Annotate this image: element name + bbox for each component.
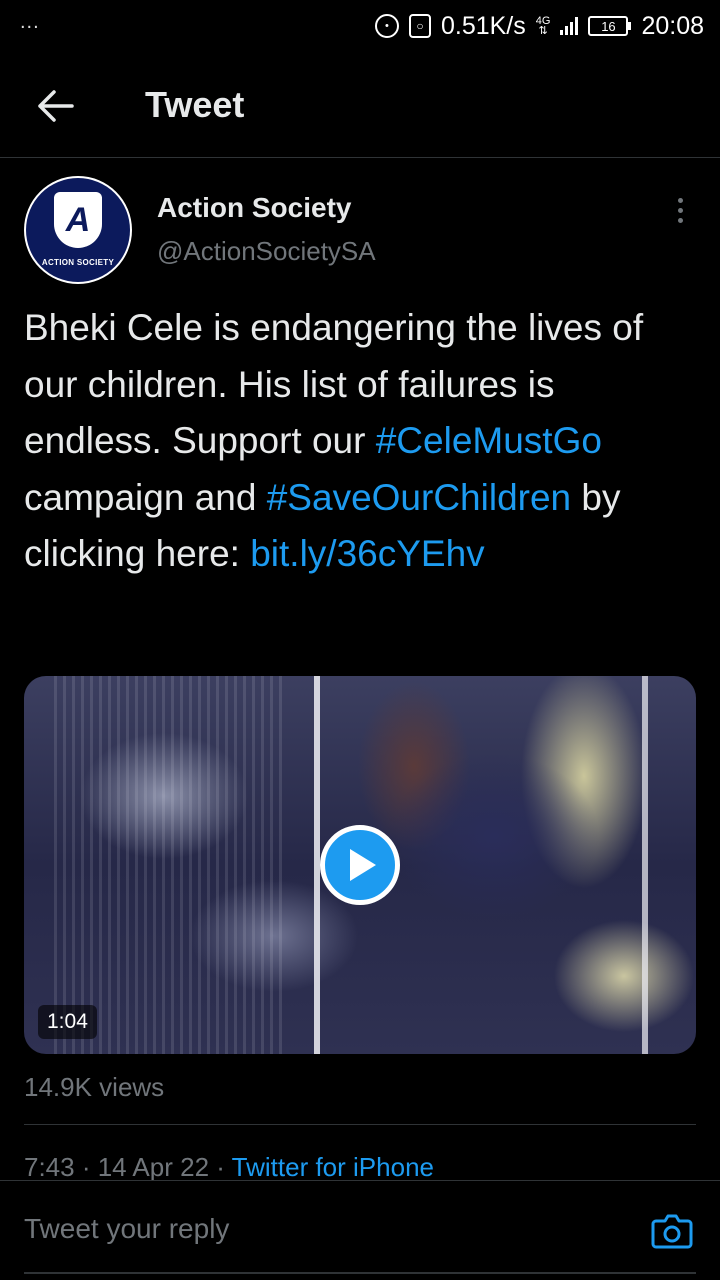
top-app-bar: Tweet: [0, 60, 720, 158]
back-arrow-icon[interactable]: [36, 88, 76, 124]
tweet-text-part: campaign and: [24, 476, 267, 518]
tweet-time: 7:43: [24, 1152, 75, 1182]
tweet-source-link[interactable]: Twitter for iPhone: [232, 1152, 434, 1182]
reply-bar: Tweet your reply: [0, 1180, 720, 1280]
battery-icon: 16: [588, 16, 632, 36]
hashtag-link[interactable]: #CeleMustGo: [376, 420, 602, 461]
page-title: Tweet: [145, 84, 245, 125]
shield-logo-icon: A: [54, 192, 102, 248]
tweet-text: Bheki Cele is endangering the lives of o…: [24, 300, 696, 583]
tweet-date: 14 Apr 22: [97, 1152, 210, 1182]
video-player[interactable]: 1:04: [24, 676, 696, 1054]
avatar[interactable]: A ACTION SOCIETY: [24, 176, 132, 284]
notification-dots: ...: [20, 10, 40, 33]
more-options-icon[interactable]: [664, 192, 696, 228]
video-duration: 1:04: [38, 1005, 97, 1039]
tweet-meta: 7:43 · 14 Apr 22 · Twitter for iPhone: [24, 1152, 434, 1182]
status-bar: ... • ○ 0.51K/s 4G ⇅ 16 20:08: [0, 0, 720, 52]
view-count: 14.9K views: [24, 1072, 165, 1102]
network-speed: 0.51K/s: [440, 11, 526, 40]
avatar-caption: ACTION SOCIETY: [41, 258, 115, 267]
clock: 20:08: [641, 11, 704, 40]
vibrate-icon: •: [374, 14, 399, 38]
alarm-icon: ○: [408, 14, 431, 38]
video-thumbnail: [54, 676, 284, 1054]
author-name[interactable]: Action Society: [157, 192, 351, 224]
network-type: 4G ⇅: [535, 15, 551, 37]
camera-icon[interactable]: [650, 1209, 694, 1253]
signal-icon: [560, 17, 579, 35]
divider: [24, 1124, 696, 1125]
author-handle[interactable]: @ActionSocietySA: [157, 236, 376, 267]
battery-level: 16: [588, 16, 629, 36]
status-icons: • ○ 0.51K/s 4G ⇅ 16 20:08: [374, 11, 704, 41]
play-icon: [350, 849, 376, 881]
hashtag-link[interactable]: #SaveOurChildren: [267, 477, 571, 518]
url-link[interactable]: bit.ly/36cYEhv: [250, 533, 484, 574]
reply-input[interactable]: Tweet your reply: [24, 1213, 229, 1245]
play-button[interactable]: [320, 825, 400, 905]
input-underline: [24, 1272, 696, 1274]
